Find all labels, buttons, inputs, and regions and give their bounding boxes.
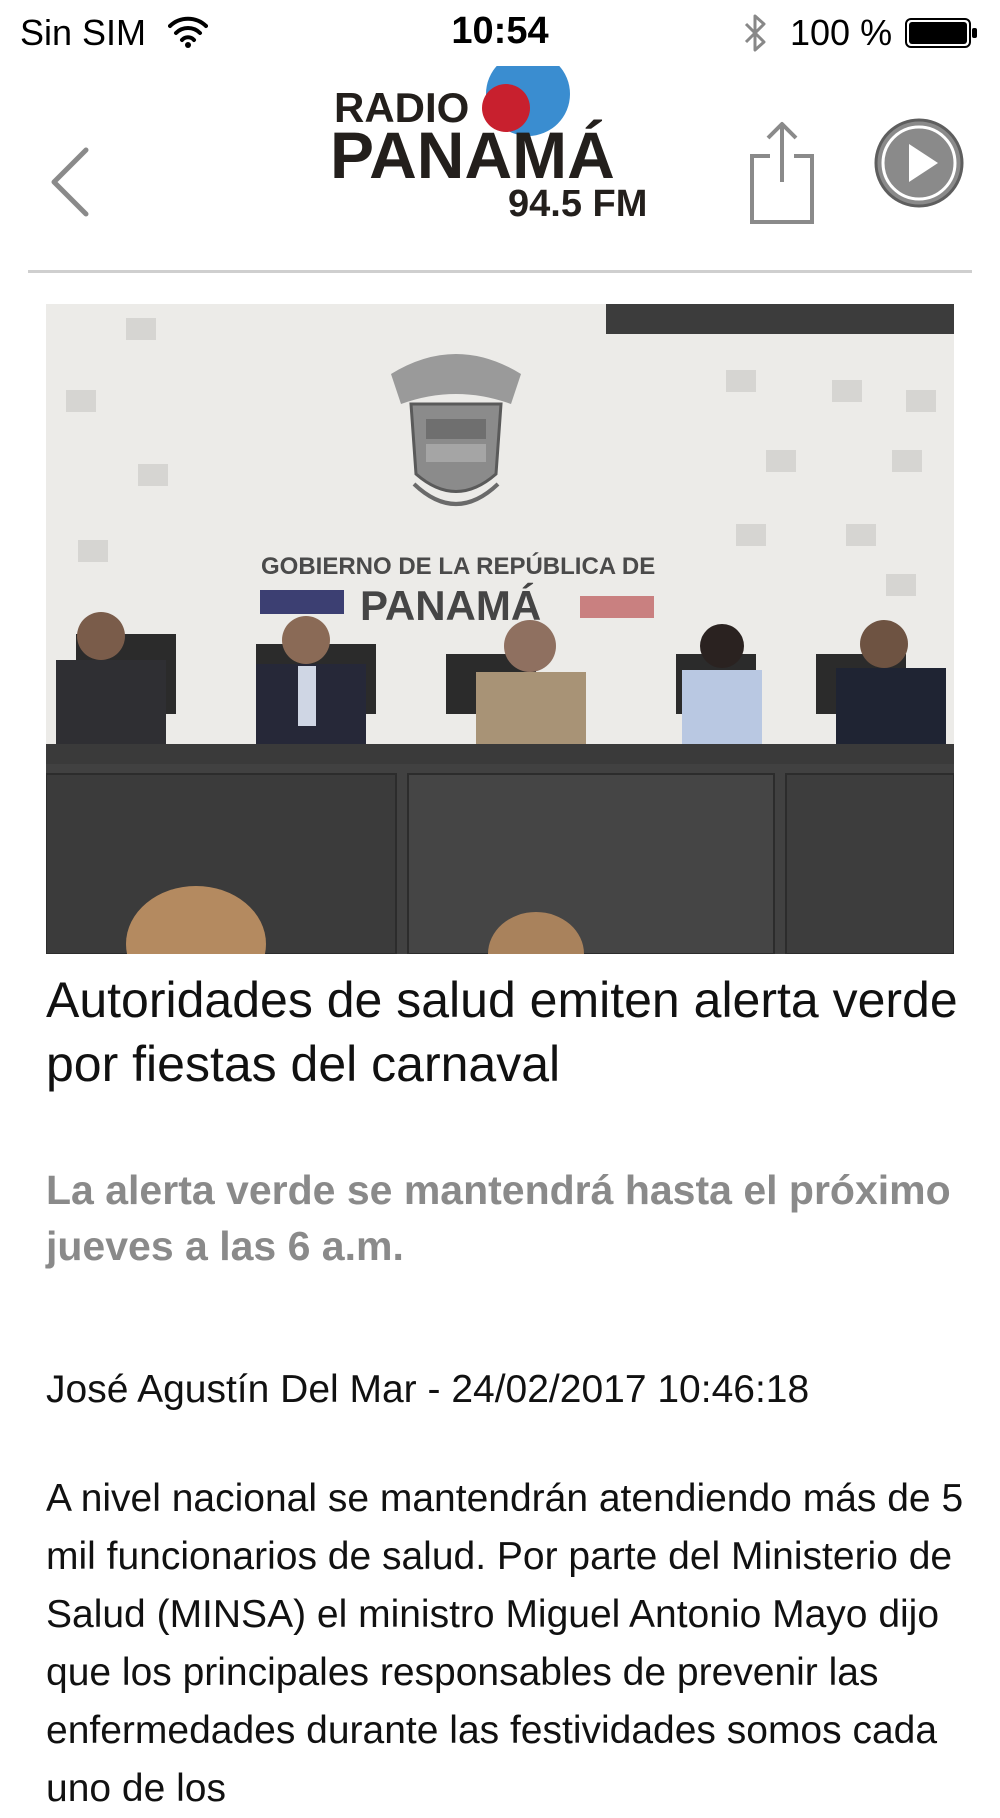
status-bar: Sin SIM 10:54 100 %: [0, 0, 1000, 66]
photo-backdrop-line1: GOBIERNO DE LA REPÚBLICA DE: [261, 552, 655, 580]
photo-backdrop-line2: PANAMÁ: [360, 582, 541, 629]
logo-frequency-text: 94.5 FM: [508, 183, 647, 225]
logo-panama-text: PANAMÁ: [330, 118, 615, 192]
battery-percent: 100 %: [790, 12, 893, 53]
play-icon[interactable]: [872, 116, 966, 210]
bluetooth-icon: [744, 14, 766, 52]
article-body: A nivel nacional se mantendrán atendiend…: [46, 1477, 964, 1810]
nav-header: RADIO PANAMÁ 94.5 FM: [0, 66, 1000, 272]
article-byline: José Agustín Del Mar - 24/02/2017 10:46:…: [46, 1368, 810, 1411]
share-icon[interactable]: [740, 116, 824, 226]
radio-panama-logo: RADIO PANAMÁ 94.5 FM: [330, 66, 647, 225]
article-subtitle: La alerta verde se mantendrá hasta el pr…: [46, 1167, 951, 1269]
header-divider: [28, 270, 972, 273]
battery-icon: [905, 18, 977, 48]
article-title: Autoridades de salud emiten alerta verde…: [46, 972, 958, 1092]
back-chevron-icon[interactable]: [40, 116, 110, 226]
article-photo: GOBIERNO DE LA REPÚBLICA DE PANAMÁ: [46, 304, 954, 954]
